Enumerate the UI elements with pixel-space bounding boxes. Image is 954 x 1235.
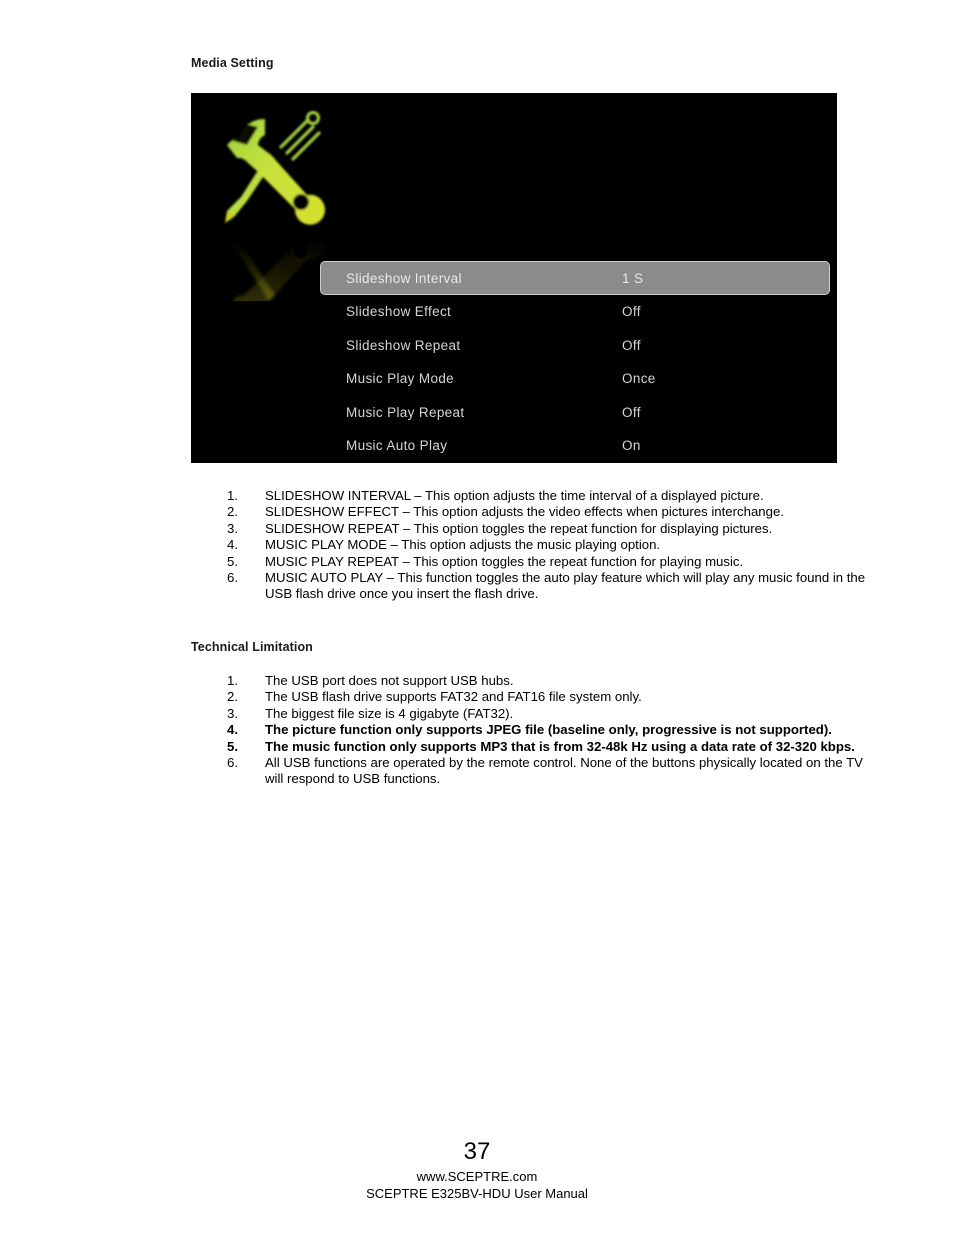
list-item-number: 6. — [227, 755, 238, 771]
osd-menu-item-music-play-mode[interactable]: Music Play Mode Once — [320, 362, 830, 396]
list-item-number: 4. — [227, 537, 238, 553]
list-item-number: 1. — [227, 673, 238, 688]
osd-screenshot: Slideshow Interval 1 S Slideshow Effect … — [191, 93, 837, 463]
list-item-number: 5. — [227, 553, 238, 569]
list-item-text: MUSIC PLAY REPEAT – This option toggles … — [265, 553, 744, 569]
list-item-number: 6. — [227, 570, 238, 586]
list-item-number: 1. — [227, 488, 238, 503]
footer-website-url: www.SCEPTRE.com — [416, 1169, 538, 1184]
list-item: 1. SLIDESHOW INTERVAL – This option adju… — [227, 488, 867, 504]
list-item-number: 4. — [227, 722, 238, 738]
list-item-number: 3. — [227, 520, 238, 536]
technical-limitation-heading: Technical Limitation — [191, 640, 313, 654]
osd-menu-item-music-auto-play[interactable]: Music Auto Play On — [320, 429, 830, 463]
osd-menu-item-slideshow-repeat[interactable]: Slideshow Repeat Off — [320, 329, 830, 363]
osd-menu-item-label: Music Auto Play — [346, 438, 448, 454]
osd-menu-item-label: Music Play Mode — [346, 371, 455, 387]
osd-menu-item-slideshow-effect[interactable]: Slideshow Effect Off — [320, 295, 830, 329]
media-setting-list: 1. SLIDESHOW INTERVAL – This option adju… — [227, 488, 867, 603]
list-item-text: The picture function only supports JPEG … — [265, 722, 832, 738]
list-item: 2. The USB flash drive supports FAT32 an… — [227, 689, 867, 705]
list-item-text: The USB port does not support USB hubs. — [265, 673, 514, 688]
footer-manual-title: SCEPTRE E325BV-HDU User Manual — [366, 1186, 588, 1201]
list-item: 4. The picture function only supports JP… — [227, 722, 867, 738]
tools-wrench-screwdriver-icon — [203, 101, 333, 301]
list-item-text: SLIDESHOW INTERVAL – This option adjusts… — [265, 488, 764, 503]
list-item-number: 3. — [227, 705, 238, 721]
list-item: 1. The USB port does not support USB hub… — [227, 673, 867, 689]
osd-menu-item-label: Music Play Repeat — [346, 404, 465, 420]
list-item-text: SLIDESHOW REPEAT – This option toggles t… — [265, 520, 773, 536]
list-item: 6. All USB functions are operated by the… — [227, 755, 867, 788]
list-item-text: The biggest file size is 4 gigabyte (FAT… — [265, 705, 514, 721]
list-item-number: 2. — [227, 689, 238, 705]
osd-menu-item-label: Slideshow Interval — [346, 270, 462, 286]
list-item-number: 5. — [227, 738, 238, 754]
technical-limitation-list: 1. The USB port does not support USB hub… — [227, 673, 867, 788]
list-item: 5. The music function only supports MP3 … — [227, 739, 867, 755]
list-item-text: MUSIC AUTO PLAY – This function toggles … — [265, 570, 866, 602]
osd-menu-item-value: Once — [622, 371, 656, 387]
list-item-text: All USB functions are operated by the re… — [265, 755, 863, 787]
list-item-text: The music function only supports MP3 tha… — [265, 738, 855, 754]
page-number: 37 — [463, 1138, 491, 1165]
list-item: 6. MUSIC AUTO PLAY – This function toggl… — [227, 570, 867, 603]
media-setting-heading: Media Setting — [191, 56, 274, 70]
list-item-text: The USB flash drive supports FAT32 and F… — [265, 689, 642, 705]
list-item: 4. MUSIC PLAY MODE – This option adjusts… — [227, 537, 867, 553]
osd-menu-item-value: Off — [622, 404, 641, 420]
osd-menu-list: Slideshow Interval 1 S Slideshow Effect … — [320, 261, 830, 463]
list-item-number: 2. — [227, 504, 238, 520]
osd-menu-item-label: Slideshow Repeat — [346, 337, 461, 353]
osd-menu-item-value: On — [622, 438, 641, 454]
list-item: 5. MUSIC PLAY REPEAT – This option toggl… — [227, 554, 867, 570]
list-item: 2. SLIDESHOW EFFECT – This option adjust… — [227, 504, 867, 520]
osd-menu-item-value: Off — [622, 337, 641, 353]
osd-menu-item-value: 1 S — [622, 270, 644, 286]
osd-menu-item-slideshow-interval[interactable]: Slideshow Interval 1 S — [320, 261, 830, 295]
list-item-text: MUSIC PLAY MODE – This option adjusts th… — [265, 537, 661, 553]
list-item: 3. The biggest file size is 4 gigabyte (… — [227, 706, 867, 722]
list-item-text: SLIDESHOW EFFECT – This option adjusts t… — [265, 504, 784, 520]
osd-menu-item-value: Off — [622, 304, 641, 320]
osd-menu-item-label: Slideshow Effect — [346, 304, 452, 320]
osd-menu-item-music-play-repeat[interactable]: Music Play Repeat Off — [320, 396, 830, 430]
list-item: 3. SLIDESHOW REPEAT – This option toggle… — [227, 521, 867, 537]
